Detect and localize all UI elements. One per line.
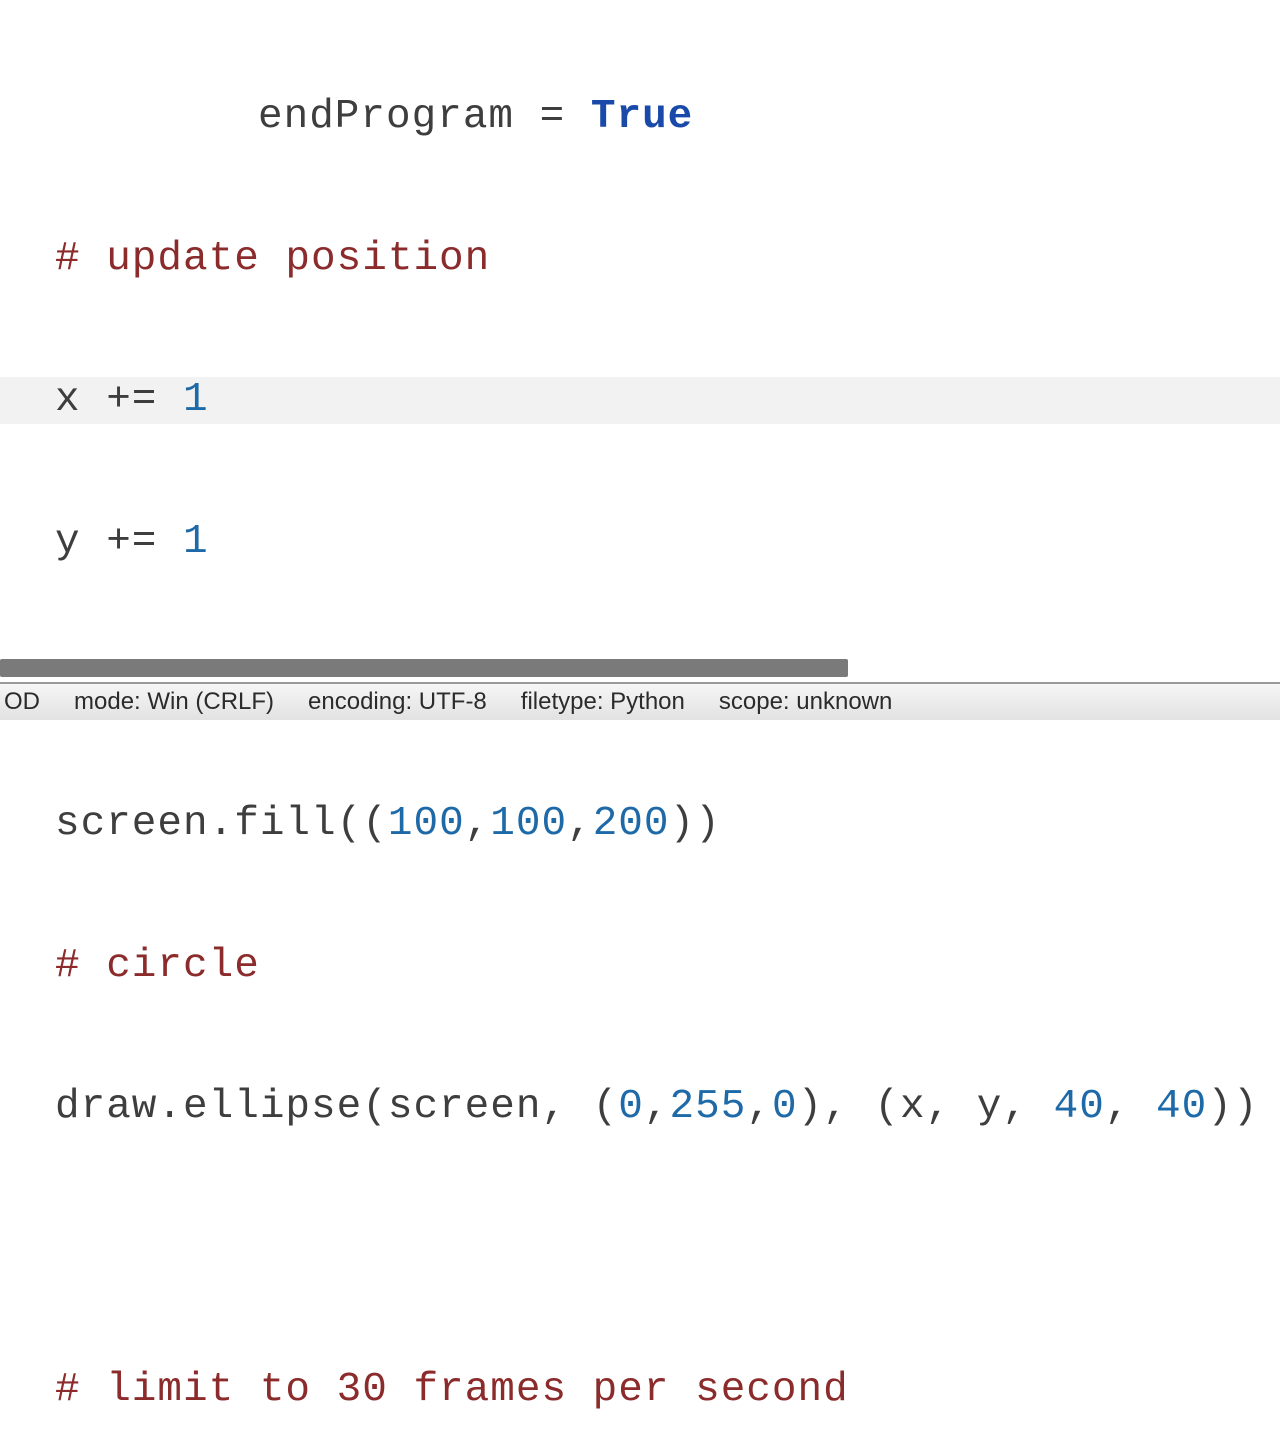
code-text: , — [644, 1084, 670, 1130]
status-mode: mode: Win (CRLF) — [74, 688, 274, 716]
status-filetype: filetype: Python — [521, 688, 685, 716]
number-literal: 1 — [183, 377, 209, 423]
number-literal: 0 — [618, 1084, 644, 1130]
code-line: # circle — [0, 943, 1280, 990]
code-text: screen.fill(( — [55, 801, 388, 847]
code-line: y += 1 — [0, 519, 1280, 566]
number-literal: 1 — [183, 519, 209, 565]
number-literal: 40 — [1156, 1084, 1207, 1130]
code-line: endProgram = True — [0, 94, 1280, 141]
code-text: , — [746, 1084, 772, 1130]
code-text: )) — [1207, 1084, 1258, 1130]
code-editor[interactable]: endProgram = True # update position x +=… — [0, 0, 1280, 1440]
status-scope: scope: unknown — [719, 688, 892, 716]
status-encoding: encoding: UTF-8 — [308, 688, 487, 716]
code-text: , — [465, 801, 491, 847]
status-left: OD — [4, 688, 40, 716]
number-literal: 255 — [670, 1084, 747, 1130]
code-text: y += — [55, 519, 183, 565]
comment: # circle — [55, 943, 260, 989]
keyword-true: True — [591, 94, 693, 140]
code-line: screen.fill((100,100,200)) — [0, 801, 1280, 848]
code-text: , — [567, 801, 593, 847]
number-literal: 0 — [772, 1084, 798, 1130]
number-literal: 200 — [593, 801, 670, 847]
comment: # update position — [55, 236, 490, 282]
code-text: endProgram = — [258, 94, 591, 140]
scrollbar-thumb[interactable] — [0, 659, 848, 677]
blank-line — [0, 1226, 1280, 1273]
number-literal: 100 — [490, 801, 567, 847]
code-line-current: x += 1 — [0, 377, 1280, 424]
comment: # limit to 30 frames per second — [55, 1367, 849, 1413]
code-line: # update position — [0, 236, 1280, 283]
code-line: draw.ellipse(screen, (0,255,0), (x, y, 4… — [0, 1084, 1280, 1131]
number-literal: 40 — [1054, 1084, 1105, 1130]
code-text: x += — [55, 377, 183, 423]
status-bar: OD mode: Win (CRLF) encoding: UTF-8 file… — [0, 682, 1280, 720]
code-text: ), (x, y, — [798, 1084, 1054, 1130]
code-text: draw.ellipse(screen, ( — [55, 1084, 618, 1130]
code-text: )) — [670, 801, 721, 847]
number-literal: 100 — [388, 801, 465, 847]
code-line: # limit to 30 frames per second — [0, 1367, 1280, 1414]
horizontal-scrollbar[interactable] — [0, 652, 1280, 682]
code-text: , — [1105, 1084, 1156, 1130]
